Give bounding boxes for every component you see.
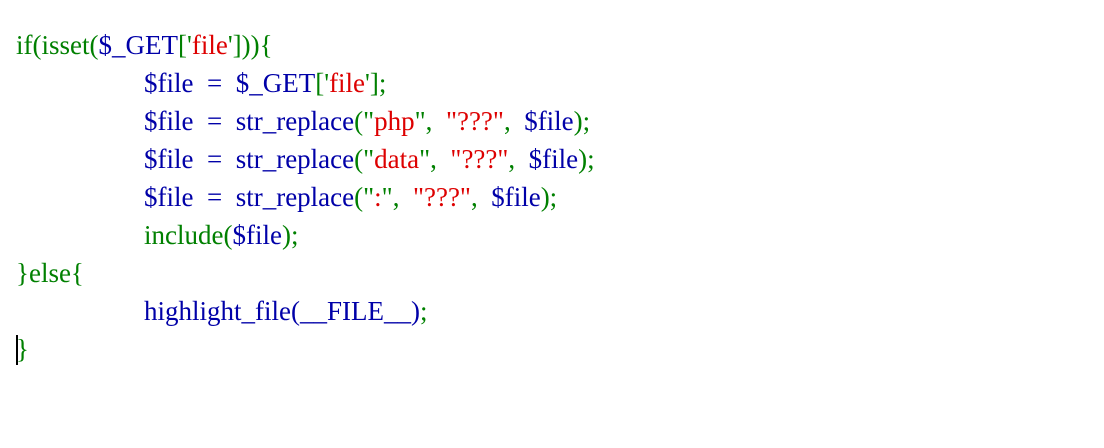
code-line: $file = $_GET['file']; <box>16 64 1086 102</box>
code-line: $file = str_replace(":", "???", $file); <box>16 178 1086 216</box>
code-token-variable: $file = str_replace <box>144 106 355 136</box>
code-token-punct: '])){ <box>227 30 273 60</box>
code-token-punct: ); <box>578 144 595 174</box>
code-token-string: "???" <box>450 144 509 174</box>
code-token-punct: [' <box>315 68 330 98</box>
code-token-keyword: include( <box>144 220 233 250</box>
code-token-string: data <box>374 144 420 174</box>
code-token-punct: ); <box>540 182 558 212</box>
code-token-variable: $file <box>491 182 541 212</box>
code-token-string: : <box>374 182 382 212</box>
code-token-variable: $file <box>232 220 282 250</box>
code-line: include($file); <box>16 216 1086 254</box>
code-line: highlight_file(__FILE__); <box>16 292 1086 330</box>
code-line: $file = str_replace("data", "???", $file… <box>16 140 1086 178</box>
code-token-punct: (" <box>354 144 375 174</box>
code-token-variable: highlight_file(__FILE__) <box>144 296 420 326</box>
code-line: } <box>16 330 1086 368</box>
code-token-variable: $_GET <box>98 30 178 60</box>
code-token-string: file <box>329 68 366 98</box>
code-token-string: "???" <box>412 182 471 212</box>
code-token-variable: $file <box>524 106 574 136</box>
code-line: if(isset($_GET['file'])){ <box>16 26 1086 64</box>
code-token-keyword: if(isset( <box>16 30 99 60</box>
code-token-punct: (" <box>354 182 375 212</box>
code-token-variable: $file = str_replace <box>144 144 355 174</box>
code-token-punct: ", <box>381 182 413 212</box>
code-line: $file = str_replace("php", "???", $file)… <box>16 102 1086 140</box>
code-token-string: "???" <box>445 106 504 136</box>
code-token-punct: ; <box>419 296 428 326</box>
code-token-punct: ", <box>419 144 451 174</box>
code-token-punct: ", <box>414 106 446 136</box>
text-cursor <box>16 335 18 365</box>
code-token-punct: , <box>503 106 525 136</box>
code-token-keyword: }else{ <box>16 258 84 288</box>
code-token-variable: $file <box>528 144 579 174</box>
code-token-punct: (" <box>354 106 375 136</box>
code-token-string: php <box>374 106 415 136</box>
code-token-punct: ); <box>281 220 299 250</box>
code-token-punct: , <box>508 144 529 174</box>
code-token-variable: $file = str_replace <box>144 182 355 212</box>
code-token-punct: ); <box>573 106 591 136</box>
code-token-punct: , <box>470 182 492 212</box>
code-token-string: file <box>191 30 228 60</box>
code-token-punct: [' <box>177 30 192 60</box>
code-line: }else{ <box>16 254 1086 292</box>
code-token-variable: $file = $_GET <box>144 68 316 98</box>
code-token-punct: ']; <box>365 68 387 98</box>
code-editor[interactable]: if(isset($_GET['file'])){$file = $_GET['… <box>16 26 1086 368</box>
